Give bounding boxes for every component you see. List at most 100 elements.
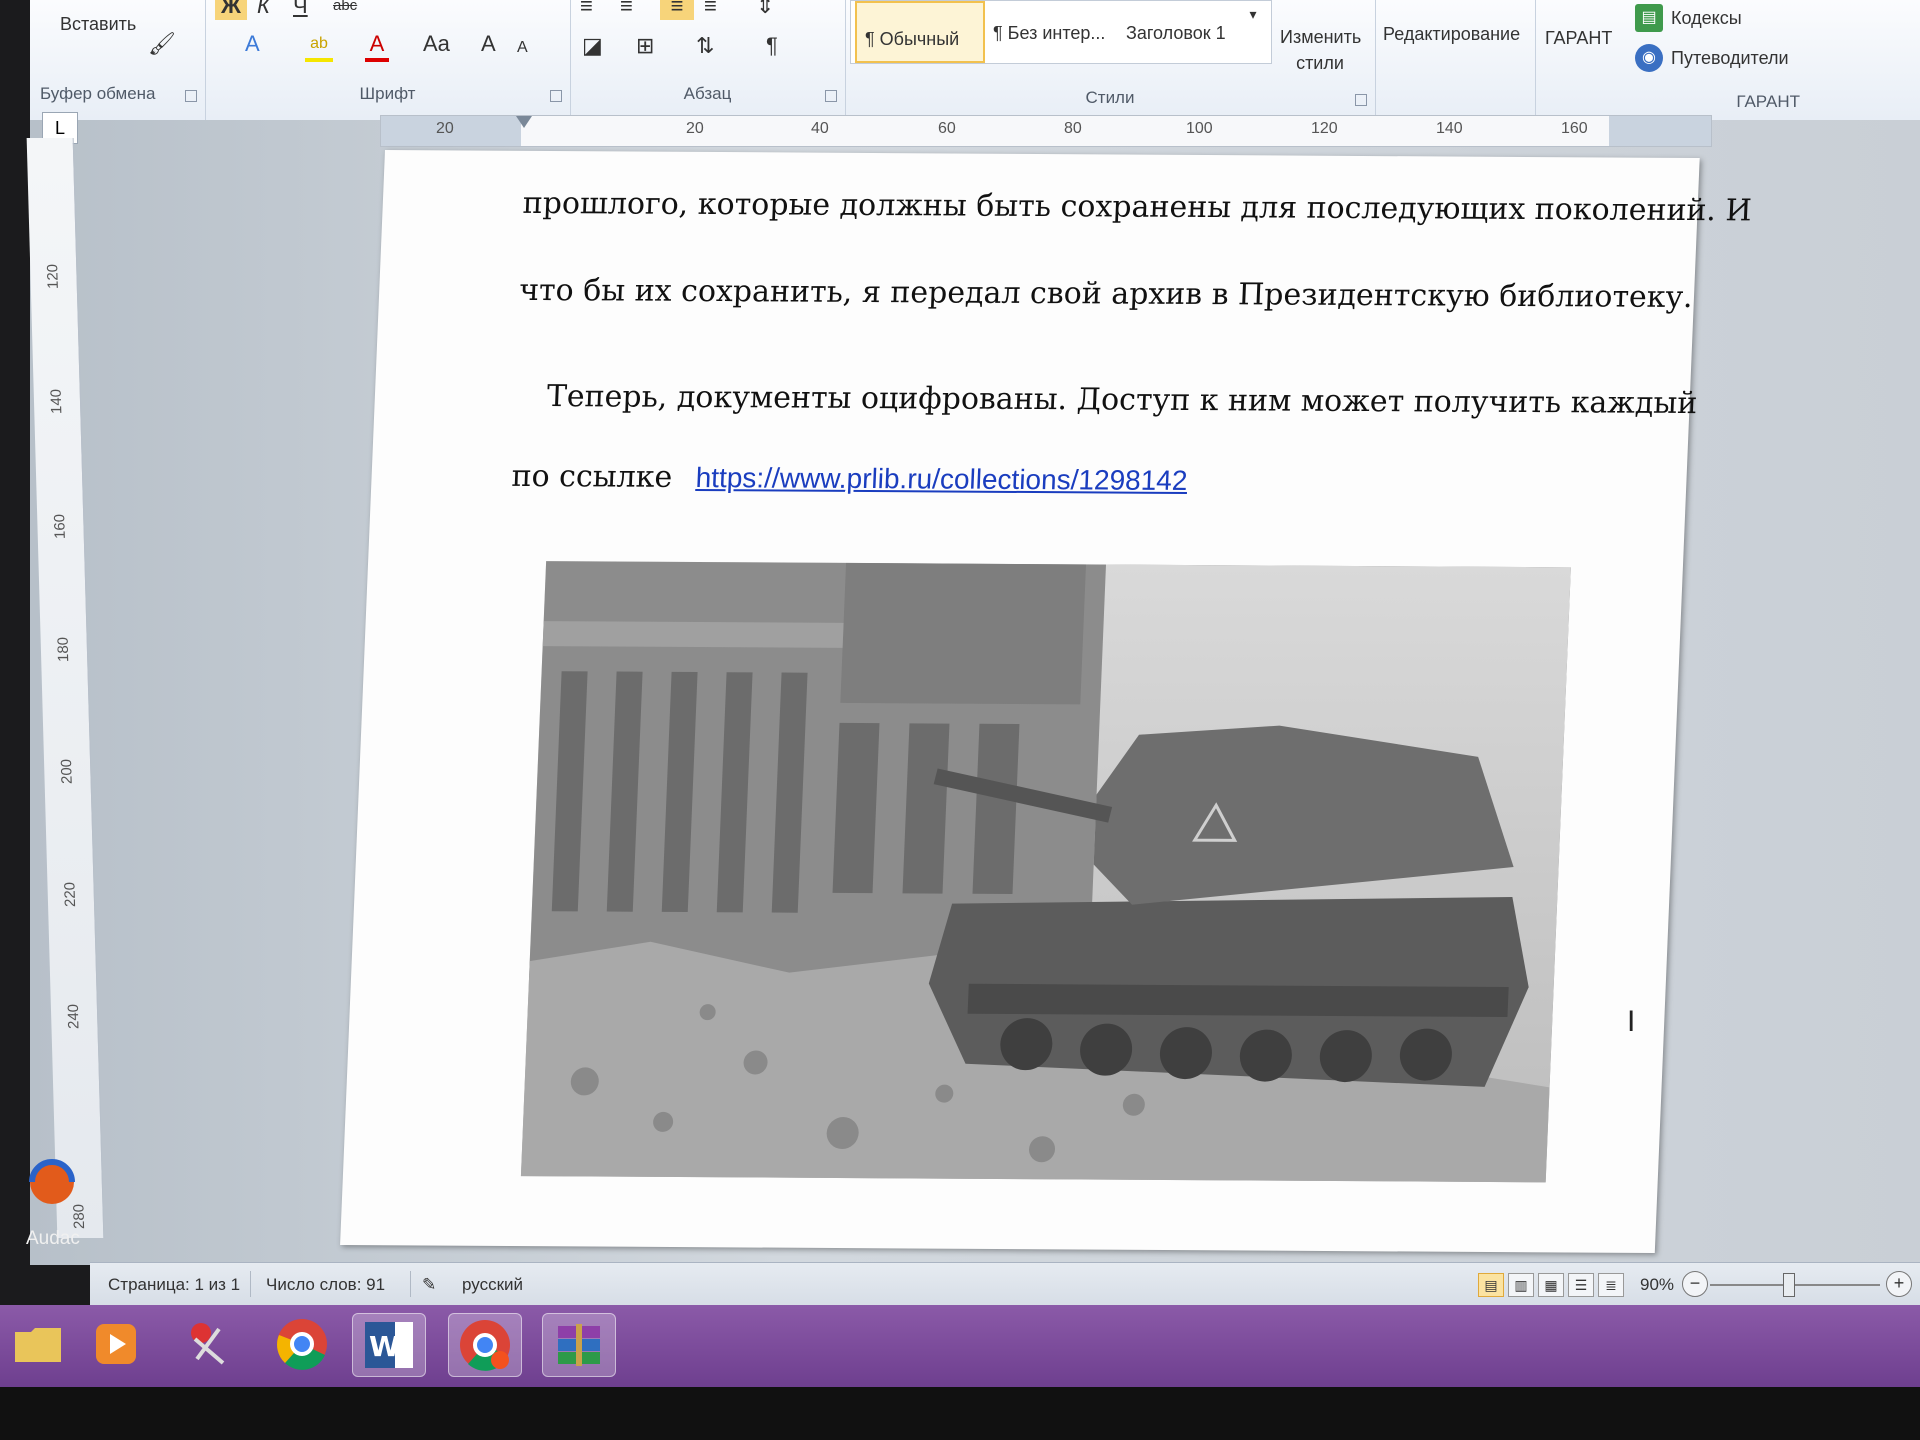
- word-count-status[interactable]: Число слов: 91: [266, 1275, 385, 1295]
- taskbar: W: [0, 1305, 1920, 1387]
- chrome-profile-icon[interactable]: [448, 1313, 522, 1377]
- align-left-icon[interactable]: ≡: [580, 0, 593, 20]
- format-painter-icon[interactable]: 🖌: [148, 30, 176, 58]
- zoom-slider-thumb[interactable]: [1783, 1273, 1795, 1297]
- paste-button[interactable]: Вставить: [60, 14, 136, 35]
- style-normal[interactable]: ¶ Обычный: [855, 1, 985, 63]
- paragraph-text: Теперь, документы оцифрованы. Доступ к н…: [546, 379, 1699, 422]
- font-group-label: Шрифт: [359, 84, 416, 103]
- highlight-icon[interactable]: ab: [305, 30, 333, 62]
- chrome-icon[interactable]: [266, 1313, 338, 1375]
- word-taskbar-icon[interactable]: W: [352, 1313, 426, 1377]
- show-marks-button[interactable]: ¶: [766, 32, 778, 60]
- ruler-mark: 40: [811, 120, 829, 137]
- change-case-button[interactable]: Aa: [423, 30, 450, 58]
- spellcheck-icon[interactable]: ✎: [422, 1275, 436, 1295]
- garant-group: ГАРАНТ ▤ Кодексы ◉ Путеводители ГАРАНТ: [1535, 0, 1920, 120]
- text-cursor-icon: I: [1627, 1005, 1636, 1038]
- tank-reichstag-image: [520, 561, 1571, 1183]
- print-layout-view-icon[interactable]: ▤: [1478, 1273, 1504, 1297]
- strikethrough-icon[interactable]: abc: [333, 0, 357, 20]
- ruler-mark: 160: [51, 513, 69, 540]
- style-no-spacing[interactable]: ¶ Без интер...: [993, 23, 1105, 44]
- font-group: Ж К Ч abc A ab A Aa A A Шрифт: [205, 0, 571, 120]
- ruler-mark: 20: [686, 120, 704, 137]
- shading-icon[interactable]: ◪: [582, 32, 603, 60]
- svg-text:W: W: [369, 1330, 400, 1363]
- style-heading-1[interactable]: Заголовок 1: [1126, 23, 1226, 44]
- bold-icon[interactable]: Ж: [215, 0, 247, 20]
- web-layout-icon[interactable]: ▦: [1538, 1273, 1564, 1297]
- paragraph-group-label: Абзац: [683, 84, 732, 103]
- horizontal-ruler[interactable]: 20 20 40 60 80 100 120 140 160: [380, 115, 1712, 147]
- grow-font-button[interactable]: A: [481, 30, 496, 58]
- align-right-icon[interactable]: ≡: [660, 0, 694, 20]
- paragraph-line[interactable]: Теперь, документы оцифрованы. Доступ к н…: [546, 379, 1698, 421]
- paragraph-line[interactable]: прошлого, которые должны быть сохранены …: [522, 186, 1752, 229]
- styles-scroll-icon[interactable]: ▾: [1242, 0, 1264, 28]
- archive-link[interactable]: https://www.prlib.ru/collections/1298142: [695, 462, 1188, 496]
- editing-button[interactable]: Редактирование: [1383, 24, 1520, 45]
- justify-icon[interactable]: ≡: [704, 0, 717, 20]
- text-effects-icon[interactable]: A: [245, 30, 260, 58]
- audacity-label: Audac: [26, 1228, 80, 1249]
- ruler-mark: 120: [1311, 120, 1338, 137]
- outline-view-icon[interactable]: ☰: [1568, 1273, 1594, 1297]
- styles-launcher-icon[interactable]: [1355, 94, 1367, 106]
- full-screen-reading-icon[interactable]: ▥: [1508, 1273, 1534, 1297]
- paragraph-line[interactable]: что бы их сохранить, я передал свой архи…: [519, 273, 1694, 315]
- ruler-mark: 140: [1436, 120, 1463, 137]
- zoom-level[interactable]: 90%: [1640, 1275, 1674, 1295]
- paragraph-launcher-icon[interactable]: [825, 90, 837, 102]
- sort-icon[interactable]: ⇅: [696, 32, 714, 60]
- paragraph-line[interactable]: по ссылке https://www.prlib.ru/collectio…: [511, 459, 1592, 501]
- indent-marker-icon[interactable]: [516, 116, 532, 128]
- media-player-icon[interactable]: [80, 1313, 152, 1375]
- garant-group-label: ГАРАНТ: [1736, 92, 1800, 111]
- ruler-mark: 240: [64, 1003, 83, 1030]
- align-center-icon[interactable]: ≡: [620, 0, 633, 20]
- clipboard-launcher-icon[interactable]: [185, 90, 197, 102]
- guides-icon[interactable]: ◉: [1635, 44, 1663, 72]
- line-spacing-icon[interactable]: ⇕: [756, 0, 774, 20]
- monitor-bezel: [0, 1387, 1920, 1440]
- guides-link[interactable]: Путеводители: [1671, 48, 1789, 69]
- italic-icon[interactable]: К: [257, 0, 270, 20]
- ribbon: Вставить 🖌 Буфер обмена Ж К Ч abc A ab A…: [30, 0, 1920, 121]
- zoom-out-icon[interactable]: −: [1682, 1271, 1708, 1297]
- ruler-mark: 20: [436, 120, 454, 137]
- status-divider: [250, 1271, 251, 1297]
- styles-group-label: Стили: [1085, 88, 1135, 107]
- archive-photo[interactable]: [520, 561, 1571, 1183]
- zoom-slider-track[interactable]: [1710, 1284, 1880, 1286]
- style-normal-label: ¶ Обычный: [865, 29, 960, 49]
- file-explorer-icon[interactable]: [2, 1313, 74, 1375]
- font-launcher-icon[interactable]: [550, 90, 562, 102]
- ruler-mark: 140: [47, 388, 66, 415]
- codexes-icon[interactable]: ▤: [1635, 4, 1663, 32]
- clipboard-group: Вставить 🖌 Буфер обмена: [30, 0, 206, 120]
- winrar-icon[interactable]: [542, 1313, 616, 1377]
- paragraph-group: ≡ ≡ ≡ ≡ ⇕ ◪ ⊞ ⇅ ¶ Абзац: [570, 0, 846, 120]
- ruler-mark: 160: [1561, 120, 1588, 137]
- change-styles-button[interactable]: Изменить стили: [1280, 24, 1361, 76]
- document-page[interactable]: прошлого, которые должны быть сохранены …: [340, 150, 1752, 1254]
- draft-view-icon[interactable]: ≣: [1598, 1273, 1624, 1297]
- language-status[interactable]: русский: [462, 1275, 523, 1295]
- editing-group: Редактирование: [1375, 0, 1536, 120]
- codexes-link[interactable]: Кодексы: [1671, 8, 1742, 29]
- status-divider: [410, 1271, 411, 1297]
- underline-icon[interactable]: Ч: [293, 0, 308, 20]
- styles-gallery: ¶ Обычный ¶ Без интер... Заголовок 1: [850, 0, 1272, 64]
- garant-button[interactable]: ГАРАНТ: [1545, 28, 1612, 49]
- ruler-mark: 220: [61, 881, 80, 908]
- font-color-icon[interactable]: A: [365, 30, 389, 62]
- shrink-font-button[interactable]: A: [517, 34, 528, 62]
- ruler-mark: 120: [44, 263, 62, 290]
- borders-icon[interactable]: ⊞: [636, 32, 654, 60]
- status-bar: Страница: 1 из 1 Число слов: 91 ✎ русски…: [90, 1262, 1920, 1307]
- snipping-tool-icon[interactable]: [172, 1313, 244, 1375]
- page-count-status[interactable]: Страница: 1 из 1: [108, 1275, 240, 1295]
- zoom-in-icon[interactable]: +: [1886, 1271, 1912, 1297]
- audacity-icon[interactable]: [20, 1150, 80, 1210]
